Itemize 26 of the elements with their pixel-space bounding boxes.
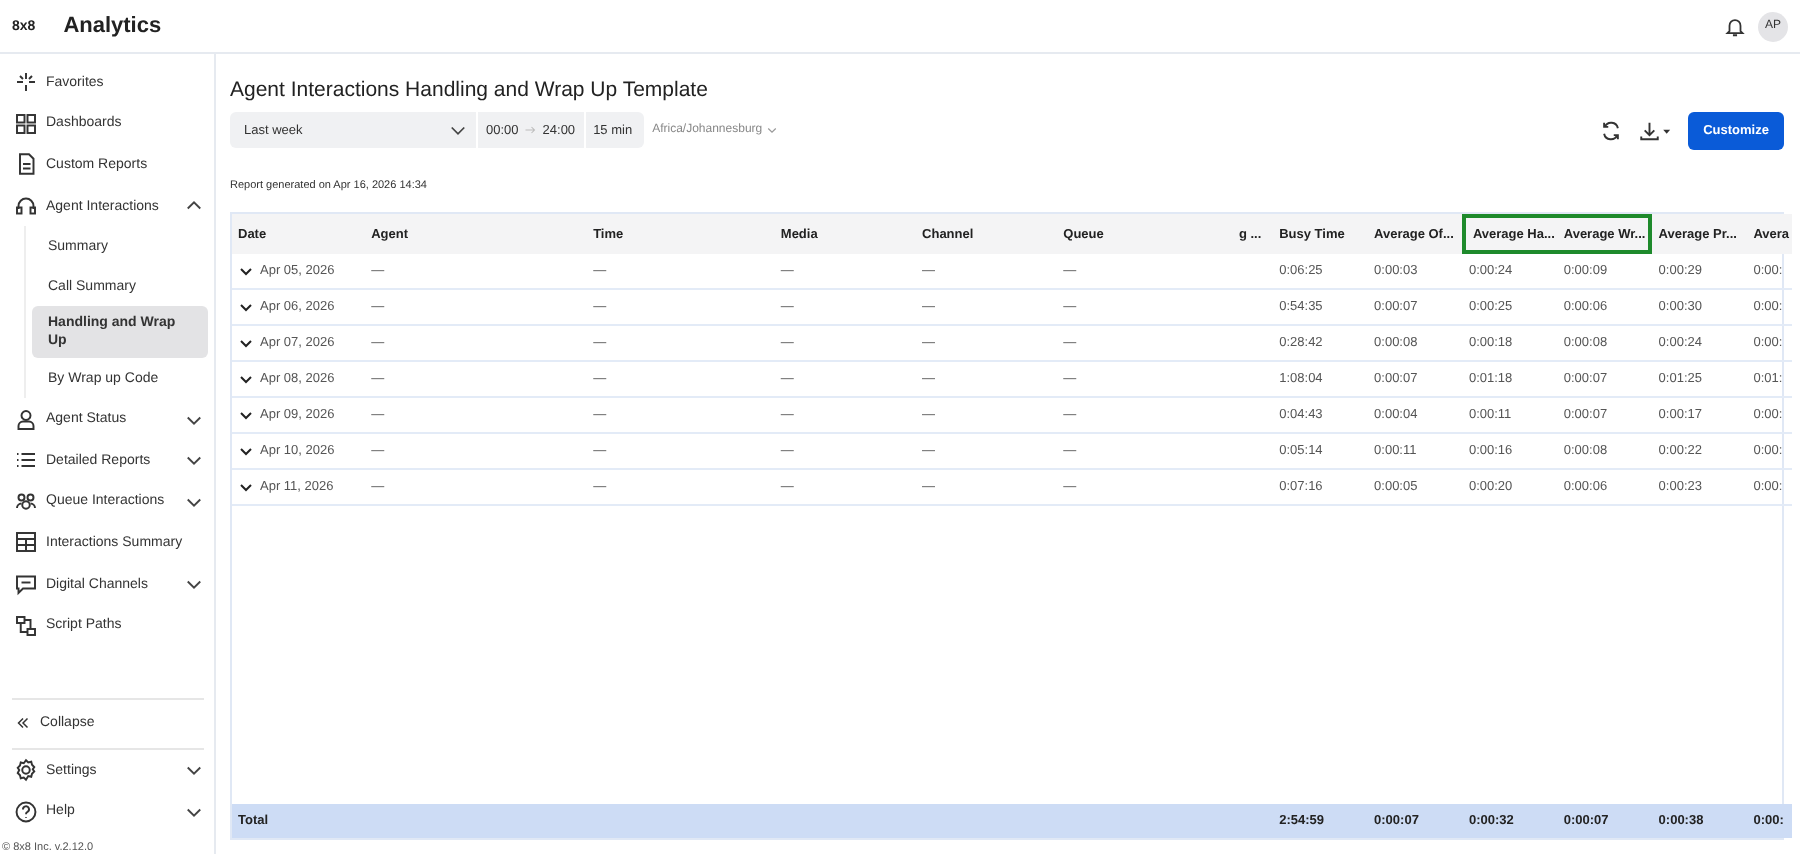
- expand-icon[interactable]: [238, 479, 254, 495]
- app-title: Analytics: [63, 14, 162, 38]
- refresh-icon[interactable]: [1600, 119, 1622, 141]
- bell-icon[interactable]: [1724, 15, 1746, 37]
- expand-icon[interactable]: [238, 335, 254, 351]
- help-icon: [14, 799, 38, 824]
- expand-icon[interactable]: [238, 443, 254, 459]
- arrow-icon: [524, 124, 537, 136]
- chat-icon: [14, 572, 38, 597]
- document-icon: [14, 152, 38, 177]
- expand-icon[interactable]: [238, 299, 254, 315]
- download-icon[interactable]: [1638, 119, 1672, 141]
- settings-icon: [14, 758, 38, 783]
- expand-icon[interactable]: [238, 371, 254, 387]
- group-icon: [14, 489, 38, 514]
- expand-icon[interactable]: [238, 407, 254, 423]
- expand-icon[interactable]: [238, 263, 254, 279]
- report-title: Agent Interactions Handling and Wrap Up Template: [230, 78, 710, 102]
- sparkle-icon: [14, 70, 38, 95]
- list-icon: [14, 448, 38, 473]
- chevrons-left-icon: [14, 714, 32, 733]
- table-icon: [14, 530, 38, 555]
- dashboard-icon: [14, 111, 38, 136]
- person-icon: [14, 407, 38, 432]
- headset-icon: [14, 194, 38, 219]
- flow-icon: [14, 613, 38, 638]
